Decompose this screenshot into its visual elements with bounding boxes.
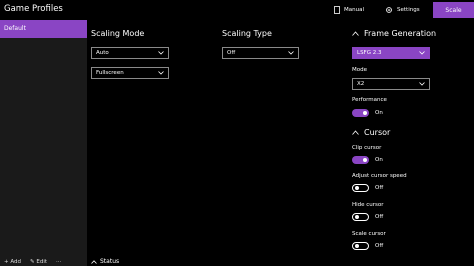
performance-state: On [375,110,383,116]
scale-cursor-toggle[interactable] [352,242,369,250]
scaling-type-value: Off [227,50,236,56]
edit-profile-button[interactable]: ✎ Edit [30,259,47,265]
scaling-type-heading: Scaling Type [222,29,272,38]
add-profile-button[interactable]: + Add [4,259,21,265]
edit-label: Edit [36,259,48,265]
frame-generation-value: LSFG 2.3 [357,50,382,56]
chevron-up-icon [352,31,359,36]
settings-label: Settings [397,7,420,13]
mode-label: Mode [352,67,367,73]
adjust-cursor-speed-label: Adjust cursor speed [352,173,407,179]
toggle-knob [355,186,359,190]
manual-label: Manual [344,7,364,13]
settings-button[interactable]: Settings [385,3,420,17]
toggle-knob [363,111,367,115]
profile-settings-panel: Scaling Mode Auto Fullscreen Scaling Typ… [87,20,474,266]
manual-button[interactable]: Manual [334,3,364,17]
frame-generation-title: Frame Generation [364,29,437,38]
add-label: Add [10,259,22,265]
toggle-knob [363,158,367,162]
chevron-down-icon [419,82,425,86]
hide-cursor-state: Off [375,214,384,220]
status-expander[interactable]: Status [91,258,119,265]
title-bar: Game Profiles Manual Settings Scale [0,0,474,20]
chevron-down-icon [419,51,425,55]
clip-cursor-state: On [375,157,383,163]
scaling-mode-window-value: Fullscreen [96,70,124,76]
gear-icon [386,7,392,13]
status-label: Status [100,258,120,265]
scale-cursor-state: Off [375,243,384,249]
cursor-heading[interactable]: Cursor [352,128,390,137]
mode-value: X2 [357,81,365,87]
chevron-down-icon [158,71,164,75]
hide-cursor-toggle[interactable] [352,213,369,221]
app-title: Game Profiles [4,4,63,14]
adjust-cursor-speed-state: Off [375,185,384,191]
scale-cursor-label: Scale cursor [352,231,386,237]
profile-item-default[interactable]: Default [0,20,87,38]
document-icon [334,6,340,14]
frame-generation-select[interactable]: LSFG 2.3 [352,47,430,59]
scaling-mode-value: Auto [96,50,109,56]
profile-sidebar: Default + Add ✎ Edit ··· [0,20,87,266]
sidebar-footer: + Add ✎ Edit ··· [4,259,61,265]
chevron-up-icon [91,259,97,264]
scaling-mode-select-auto[interactable]: Auto [91,47,169,59]
mode-select[interactable]: X2 [352,78,430,90]
adjust-cursor-speed-toggle[interactable] [352,184,369,192]
toggle-knob [355,244,359,248]
hide-cursor-label: Hide cursor [352,202,384,208]
scaling-type-select[interactable]: Off [222,47,299,59]
clip-cursor-toggle[interactable] [352,156,369,164]
performance-toggle[interactable] [352,109,369,117]
clip-cursor-label: Clip cursor [352,145,382,151]
frame-generation-heading[interactable]: Frame Generation [352,29,436,38]
chevron-down-icon [158,51,164,55]
chevron-down-icon [288,51,294,55]
chevron-up-icon [352,130,359,135]
scaling-mode-heading: Scaling Mode [91,29,145,38]
toggle-knob [355,215,359,219]
scaling-mode-select-fullscreen[interactable]: Fullscreen [91,67,169,79]
cursor-title: Cursor [364,128,391,137]
more-options-button[interactable]: ··· [56,259,61,265]
performance-label: Performance [352,97,387,103]
scale-button[interactable]: Scale [433,2,474,18]
